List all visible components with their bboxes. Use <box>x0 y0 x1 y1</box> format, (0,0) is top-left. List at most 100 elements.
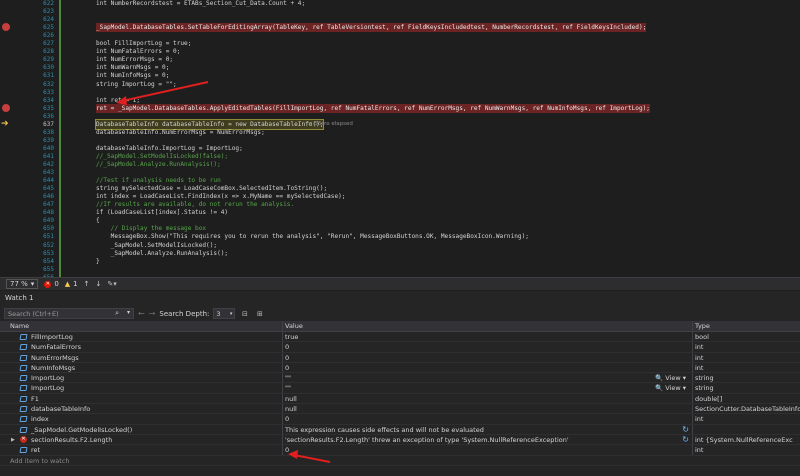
watch-name: NumErrorMsgs <box>31 353 79 362</box>
view-visualizer-button[interactable]: 🔍 View ▾ <box>655 373 686 382</box>
watch-value-cell[interactable]: true <box>283 332 693 342</box>
watch-name: F1 <box>31 394 39 403</box>
watch-type-cell: int <box>695 353 704 362</box>
search-next-icon[interactable]: → <box>149 309 156 318</box>
variable-icon <box>19 375 28 382</box>
breakpoint-icon[interactable] <box>2 103 10 112</box>
watch-panel: Watch 1 Search (Ctrl+E) ⌕ ▾ ← → Search D… <box>0 291 800 476</box>
code-editor[interactable]: 622 int NumberRecordstest = ETABs_Section… <box>0 0 800 277</box>
error-icon: ✕ <box>20 435 27 443</box>
brush-icon[interactable]: ✎▾ <box>107 280 116 288</box>
search-previous-icon[interactable]: ← <box>138 309 145 318</box>
watch-value-cell[interactable]: 'sectionResults.F2.Length' threw an exce… <box>283 434 693 445</box>
watch-name: index <box>31 415 49 424</box>
variable-icon <box>19 385 28 392</box>
watch-row[interactable]: F1 null double[] <box>0 393 800 405</box>
watch-name-cell[interactable]: ImportLog <box>0 383 283 393</box>
watch-type-cell: int <box>695 446 704 455</box>
watch-value-cell[interactable]: This expression causes side effects and … <box>283 424 693 434</box>
hex-display-icon[interactable]: ⊞ <box>254 308 265 319</box>
watch-type-cell: bool <box>695 333 709 341</box>
watch-row[interactable]: databaseTableInfo null SectionCutter.Datab… <box>0 404 800 415</box>
watch-name: _SapModel.GetModelIsLocked() <box>31 425 133 434</box>
watch-row[interactable]: NumErrorMsgs 0 int <box>0 352 800 363</box>
watch-name-cell[interactable]: NumInfoMsgs <box>0 362 283 373</box>
refresh-icon[interactable]: ↻ <box>682 425 689 434</box>
watch-toolbar: Search (Ctrl+E) ⌕ ▾ ← → Search Depth: 3 … <box>0 306 800 321</box>
watch-row[interactable]: NumFatalErrors 0 int <box>0 342 800 353</box>
warning-icon: ▲ <box>64 280 71 288</box>
watch-name-cell[interactable]: databaseTableInfo <box>0 404 283 414</box>
watch-name: sectionResults.F2.Length <box>31 435 113 444</box>
watch-name-cell[interactable]: NumErrorMsgs <box>0 352 283 362</box>
zoom-selector[interactable]: 77 % ▾ <box>6 279 39 289</box>
pin-icon[interactable]: ⊟ <box>239 308 250 319</box>
view-visualizer-button[interactable]: 🔍 View ▾ <box>655 383 686 392</box>
error-count[interactable]: ✕ 0 <box>44 280 59 288</box>
column-header-name[interactable]: Name <box>0 321 283 331</box>
refresh-icon[interactable]: ↻ <box>682 435 689 444</box>
watch-value-cell[interactable]: "" 🔍 View ▾ <box>283 373 693 383</box>
watch-name-cell[interactable]: FillImportLog <box>0 332 283 342</box>
watch-row[interactable]: FillImportLog true bool <box>0 332 800 343</box>
watch-row[interactable]: _SapModel.GetModelIsLocked() This express… <box>0 424 800 435</box>
watch-title: Watch 1 <box>5 294 34 302</box>
watch-search-input[interactable]: Search (Ctrl+E) ⌕ ▾ <box>4 308 134 319</box>
watch-value-cell[interactable]: null <box>283 393 693 404</box>
variable-icon <box>19 447 28 454</box>
watch-name-cell[interactable]: _SapModel.GetModelIsLocked() <box>0 424 283 434</box>
watch-type-cell: int <box>695 415 704 424</box>
watch-type-cell: int {System.NullReferenceExc <box>695 435 793 444</box>
variable-icon <box>19 344 28 351</box>
watch-value-cell[interactable]: "" 🔍 View ▾ <box>283 383 693 393</box>
nav-down-button[interactable]: ↓ <box>96 280 102 288</box>
watch-type-cell: SectionCutter.DatabaseTableInfo <box>695 405 800 414</box>
watch-name-cell[interactable]: ret <box>0 445 283 455</box>
chevron-down-icon: ▾ <box>30 280 35 288</box>
watch-value-cell[interactable]: 0 <box>283 414 693 424</box>
watch-value-cell[interactable]: 0 <box>283 352 693 362</box>
variable-icon <box>19 406 28 413</box>
watch-row[interactable]: ImportLog "" 🔍 View ▾ string <box>0 383 800 394</box>
watch-type-cell: string <box>695 374 714 383</box>
watch-value: 0 <box>285 446 290 455</box>
column-header-type[interactable]: Type <box>693 321 800 331</box>
nav-up-button[interactable]: ↑ <box>84 280 90 288</box>
watch-row[interactable]: ▶ ✕ sectionResults.F2.Length 'sectionResult… <box>0 434 800 446</box>
chevron-down-icon[interactable]: ▾ <box>127 309 130 316</box>
watch-value: This expression causes side effects and … <box>285 425 484 434</box>
watch-name-cell[interactable]: index <box>0 414 283 424</box>
add-watch-row[interactable]: Add item to watch <box>0 456 800 466</box>
watch-row[interactable]: NumInfoMsgs 0 int <box>0 362 800 374</box>
expand-icon[interactable]: ▶ <box>11 435 15 444</box>
warning-count[interactable]: ▲ 1 <box>65 280 78 288</box>
watch-value: 'sectionResults.F2.Length' threw an exce… <box>285 435 569 444</box>
watch-value-cell[interactable]: null <box>283 404 693 414</box>
watch-type-cell <box>693 425 800 434</box>
watch-row[interactable]: ret 0 int <box>0 445 800 456</box>
watch-name: ImportLog <box>31 374 65 383</box>
search-depth-select[interactable]: 3 ▾ <box>213 308 236 319</box>
watch-value: 0 <box>285 415 290 424</box>
search-depth-label: Search Depth: <box>159 309 210 318</box>
add-item-placeholder[interactable]: Add item to watch <box>0 456 70 465</box>
watch-value-cell[interactable]: 0 <box>283 342 693 352</box>
watch-name-cell[interactable]: ▶ ✕ sectionResults.F2.Length <box>0 434 283 445</box>
watch-value: "" <box>285 384 291 393</box>
watch-type-cell: int <box>695 343 704 352</box>
watch-value-cell[interactable]: 0 <box>283 362 693 373</box>
watch-header-row: Name Value Type <box>0 321 800 332</box>
zoom-level: 77 % <box>10 280 28 288</box>
watch-type-cell: string <box>695 384 714 393</box>
watch-row[interactable]: ImportLog "" 🔍 View ▾ string <box>0 373 800 384</box>
breakpoint-icon[interactable] <box>2 23 10 32</box>
watch-name-cell[interactable]: NumFatalErrors <box>0 342 283 352</box>
variable-icon <box>19 334 28 340</box>
watch-row[interactable]: index 0 int <box>0 414 800 425</box>
variable-icon <box>19 426 28 433</box>
watch-name-cell[interactable]: F1 <box>0 393 283 404</box>
watch-value: 0 <box>285 353 290 362</box>
watch-value-cell[interactable]: 0 <box>283 445 693 455</box>
watch-name-cell[interactable]: ImportLog <box>0 373 283 383</box>
column-header-value[interactable]: Value <box>283 321 693 331</box>
